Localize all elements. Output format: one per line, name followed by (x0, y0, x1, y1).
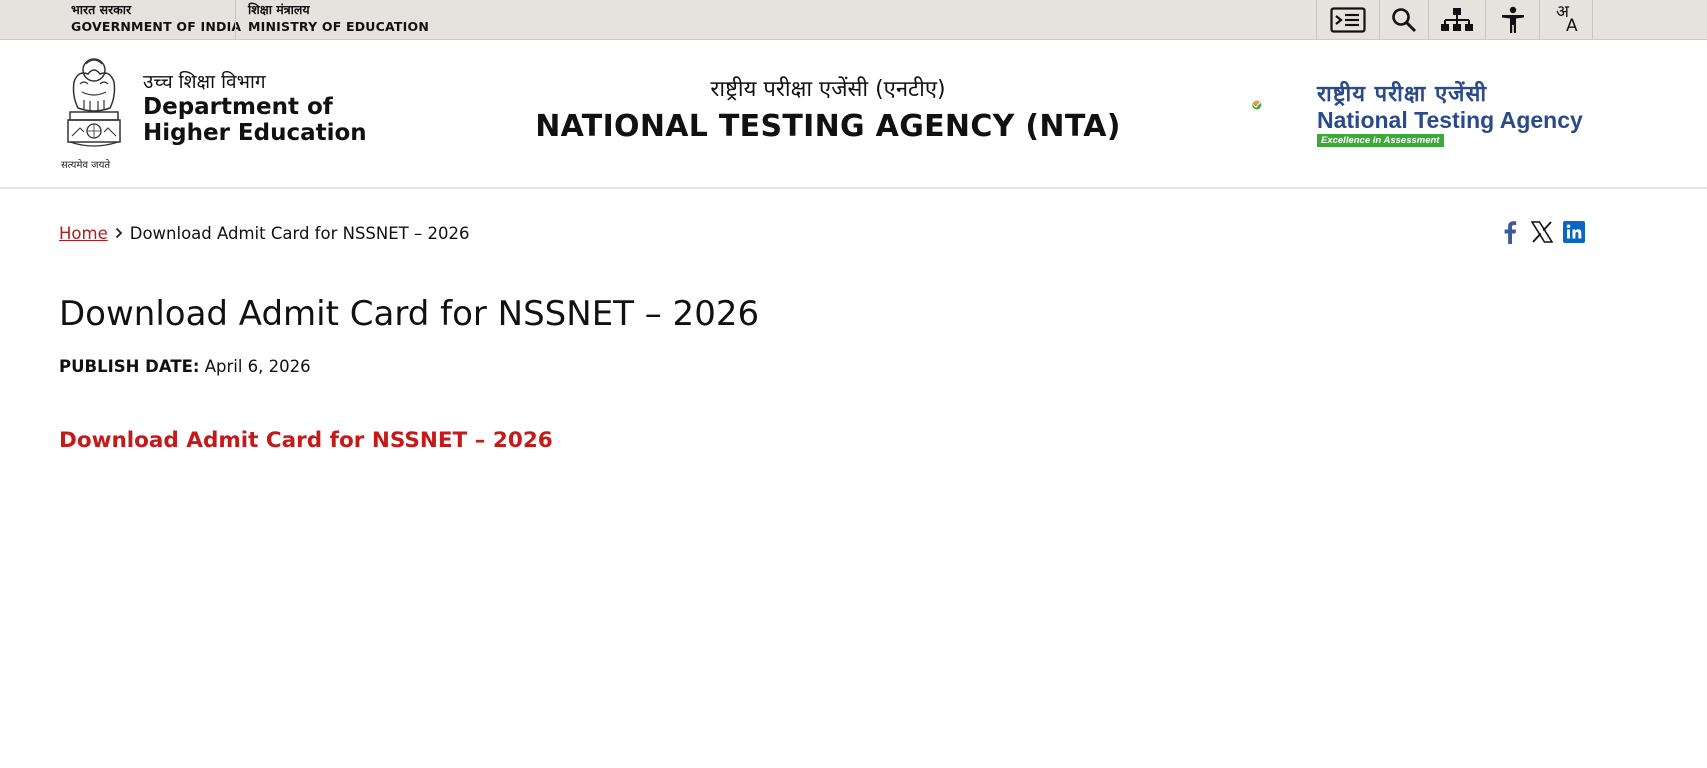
x-icon (1531, 221, 1553, 243)
linkedin-share-button[interactable] (1562, 220, 1586, 244)
ministry-english-label: MINISTRY OF EDUCATION (248, 19, 430, 34)
site-title-hindi: राष्ट्रीय परीक्षा एजेंसी (एनटीए) (710, 77, 946, 102)
lang-glyph-english: A (1566, 16, 1578, 36)
publish-date-label: PUBLISH DATE: (59, 357, 200, 376)
chevron-right-icon (115, 223, 123, 245)
nta-logo-icon[interactable] (1252, 80, 1314, 140)
x-share-button[interactable] (1530, 220, 1554, 244)
department-branding[interactable]: उच्च शिक्षा विभाग Department of Higher E… (143, 70, 413, 146)
breadcrumb-home-link[interactable]: Home (59, 223, 108, 245)
facebook-icon (1504, 221, 1517, 244)
site-header: सत्यमेव जयते उच्च शिक्षा विभाग Departmen… (0, 40, 1707, 189)
emblem-motto: सत्यमेव जयते (61, 160, 111, 171)
language-icon: अ A (1552, 4, 1580, 36)
facebook-share-button[interactable] (1498, 220, 1522, 244)
gov-english-label: GOVERNMENT OF INDIA (71, 19, 242, 34)
skip-to-main-content-button[interactable] (1316, 0, 1379, 40)
breadcrumb-current: Download Admit Card for NSSNET – 2026 (129, 224, 470, 243)
government-of-india[interactable]: भारत सरकार GOVERNMENT OF INDIA (71, 0, 241, 40)
site-title-english: NATIONAL TESTING AGENCY (NTA) (535, 109, 1121, 144)
page-title: Download Admit Card for NSSNET – 2026 (59, 294, 760, 334)
social-share (1498, 220, 1594, 244)
gov-top-bar: भारत सरकार GOVERNMENT OF INDIA शिक्षा मं… (0, 0, 1707, 40)
publish-date-value: April 6, 2026 (204, 357, 311, 376)
search-icon (1392, 8, 1417, 33)
sitemap-button[interactable] (1428, 0, 1485, 40)
language-switch-button[interactable]: अ A (1539, 0, 1593, 40)
nta-logo-tagline: Excellence in Assessment (1317, 134, 1444, 147)
download-admit-card-link[interactable]: Download Admit Card for NSSNET – 2026 (59, 427, 553, 455)
department-english-name: Department of Higher Education (143, 94, 367, 146)
publish-date: PUBLISH DATE: April 6, 2026 (59, 356, 311, 378)
accessibility-icon (1501, 6, 1524, 33)
accessibility-button[interactable] (1485, 0, 1539, 40)
sitemap-icon (1441, 8, 1473, 31)
search-button[interactable] (1379, 0, 1428, 40)
nta-logo-english: National Testing Agency (1317, 107, 1583, 133)
utility-toolbar: अ A (1316, 0, 1593, 40)
ministry-hindi-label: शिक्षा मंत्रालय (248, 2, 310, 17)
linkedin-icon (1563, 221, 1585, 243)
national-emblem-icon[interactable] (58, 52, 130, 172)
site-title: राष्ट्रीय परीक्षा एजेंसी (एनटीए) NATIONA… (520, 76, 1136, 146)
department-hindi-name: उच्च शिक्षा विभाग (143, 71, 266, 93)
skip-to-main-content-icon (1330, 7, 1366, 33)
breadcrumb: Home Download Admit Card for NSSNET – 20… (59, 223, 469, 245)
ministry-of-education[interactable]: शिक्षा मंत्रालय MINISTRY OF EDUCATION (235, 0, 429, 40)
gov-hindi-label: भारत सरकार (71, 2, 132, 17)
